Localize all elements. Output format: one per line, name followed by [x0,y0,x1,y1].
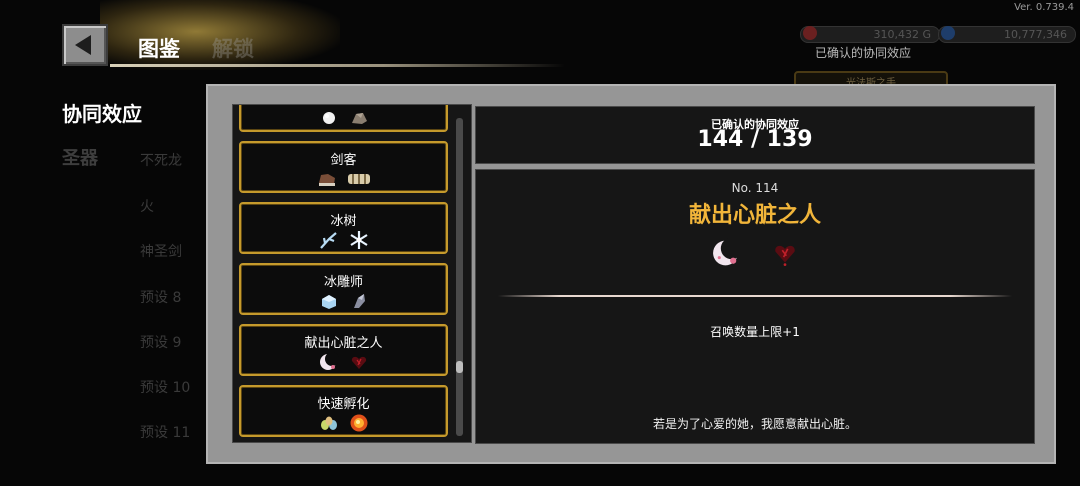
synergy-number: No. 114 [731,181,779,195]
ice-branch-icon [319,232,337,249]
back-arrow-icon [75,35,91,55]
synergy-card[interactable]: 快速孵化 [239,385,448,437]
synergy-card[interactable]: 献出心脏之人 [239,324,448,376]
tab-codex[interactable]: 图鉴 [138,33,180,63]
synergy-card[interactable]: 剑客 [239,141,448,193]
synergy-card[interactable]: 冰雕师 [239,263,448,315]
back-button[interactable] [62,24,108,66]
tab-unlock[interactable]: 解锁 [212,33,254,63]
sidebar-item-relic[interactable]: 圣器 [62,144,98,170]
synergy-card-name: 剑客 [330,153,357,168]
scrollbar-thumb[interactable] [456,361,463,373]
synergy-card-name: 冰树 [330,214,357,229]
synergy-effect: 召唤数量上限+1 [710,325,800,339]
heart-icon [351,356,366,369]
confirmed-count-value: 144 / 139 [697,127,813,152]
version-label: Ver. 0.739.4 [1014,2,1074,13]
heart-icon [775,245,795,266]
synergy-detail-panel: No. 114 献出心脏之人 召唤数量上限+1 若是为了心爱的她，我愿意献出心脏… [475,169,1035,444]
confirmed-count-panel: 已确认的协同效应 144 / 139 [475,106,1035,164]
bg-list-item: 不死龙 [140,153,182,169]
bg-list-item: 预设 8 [140,290,182,306]
bg-list-item: 神圣剑 [140,244,182,260]
synergy-card-name: 冰雕师 [323,275,363,290]
synergy-title: 献出心脏之人 [688,203,821,228]
top-confirmed-label: 已确认的协同效应 [815,46,912,60]
header-underline [110,64,565,67]
synergy-card[interactable]: 冰树 [239,202,448,254]
bg-list-item: 预设 9 [140,335,182,351]
bandage-icon [347,174,370,184]
bg-list-item: 火 [140,199,154,215]
moon-icon [713,237,743,266]
synergy-list[interactable]: 剑客 冰树 冰雕师 献出心脏之人 快速孵化 [232,104,472,443]
currency-gem: 10,777,346 [938,26,1076,43]
currency-gold: 310,432 G [800,26,940,43]
gem-icon [941,26,955,40]
chisel-icon [353,294,365,308]
snowflake-icon [349,231,368,249]
synergy-card-name: 快速孵化 [317,397,370,412]
fire-orb-icon [350,414,367,432]
pearl-icon [322,112,335,124]
list-scrollbar[interactable] [456,118,463,436]
synergy-card[interactable] [239,105,448,132]
detail-divider [498,295,1012,297]
bg-list-item: 预设 10 [140,380,191,396]
synergy-flavor-text: 若是为了心爱的她，我愿意献出心脏。 [652,417,857,431]
eggs-icon [320,416,337,430]
rock-icon [351,113,367,124]
glove-icon [318,174,335,186]
ruby-icon [803,26,817,40]
moon-icon [319,352,339,370]
synergy-detail-icons [476,236,1034,270]
sidebar-item-synergy[interactable]: 协同效应 [62,98,142,127]
synergy-card-name: 献出心脏之人 [304,336,383,351]
ice-cube-icon [321,295,336,309]
bg-list-item: 预设 11 [140,425,191,441]
